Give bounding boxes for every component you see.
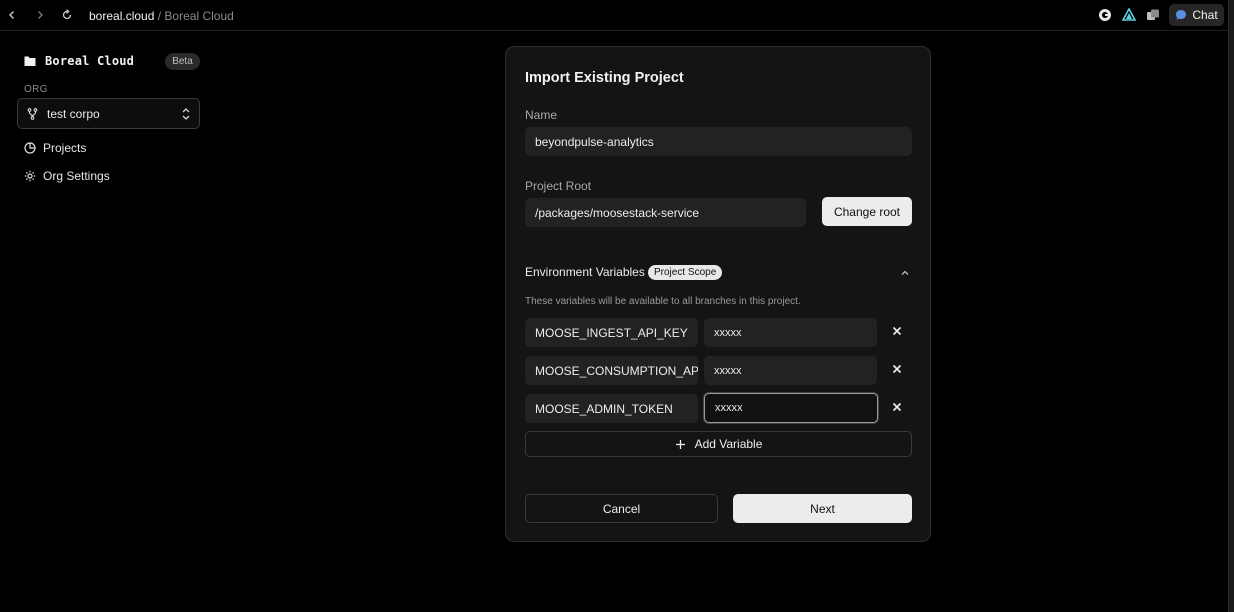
chevron-up-down-icon xyxy=(182,108,190,120)
close-icon xyxy=(892,326,902,336)
url-separator: / xyxy=(157,9,162,23)
env-key-input[interactable]: MOOSE_CONSUMPTION_API_ xyxy=(525,356,698,385)
cancel-button[interactable]: Cancel xyxy=(525,494,718,523)
chat-button[interactable]: Chat xyxy=(1169,4,1224,26)
project-scope-badge: Project Scope xyxy=(648,265,723,280)
org-selected-value: test corpo xyxy=(47,106,100,121)
brand-name: Boreal Cloud xyxy=(45,54,135,68)
chevron-up-icon[interactable] xyxy=(899,266,911,278)
url-page-title: Boreal Cloud xyxy=(164,9,234,23)
plus-icon xyxy=(675,439,685,449)
triangle-extension-icon[interactable] xyxy=(1122,8,1136,22)
reload-icon[interactable] xyxy=(60,8,74,22)
next-button[interactable]: Next xyxy=(733,494,912,523)
org-selector[interactable]: test corpo xyxy=(17,98,200,129)
url-bar[interactable]: boreal.cloud / Boreal Cloud xyxy=(89,9,234,23)
remove-variable-button[interactable] xyxy=(889,361,905,377)
name-label: Name xyxy=(525,108,558,122)
sidebar-item-label: Org Settings xyxy=(43,169,110,183)
add-variable-label: Add Variable xyxy=(694,437,763,451)
remove-variable-button[interactable] xyxy=(889,323,905,339)
sidebar-item-label: Projects xyxy=(43,141,87,155)
env-value-input[interactable]: xxxxx xyxy=(704,393,878,423)
env-key-input[interactable]: MOOSE_INGEST_API_KEY xyxy=(525,318,698,347)
change-root-button[interactable]: Change root xyxy=(822,197,912,226)
name-input[interactable]: beyondpulse-analytics xyxy=(525,127,912,156)
close-icon xyxy=(892,402,902,412)
close-icon xyxy=(892,364,902,374)
projects-icon xyxy=(24,142,36,154)
extension-icon[interactable] xyxy=(1098,8,1112,22)
project-root-label: Project Root xyxy=(525,179,592,193)
import-project-modal: Import Existing Project Name beyondpulse… xyxy=(505,46,931,542)
beta-badge: Beta xyxy=(165,53,200,70)
chat-label: Chat xyxy=(1192,8,1218,22)
org-label: ORG xyxy=(24,84,48,95)
project-root-input[interactable]: /packages/moosestack-service xyxy=(525,198,806,227)
env-vars-title: Environment Variables xyxy=(525,265,645,279)
folder-icon xyxy=(24,56,36,66)
forward-icon[interactable] xyxy=(33,8,47,22)
env-value-input[interactable]: xxxxx xyxy=(704,356,877,385)
gear-icon xyxy=(24,170,36,182)
modal-title: Import Existing Project xyxy=(525,70,684,86)
add-variable-button[interactable]: Add Variable xyxy=(525,431,912,457)
chat-bubble-icon xyxy=(1176,10,1187,20)
env-key-input[interactable]: MOOSE_ADMIN_TOKEN xyxy=(525,394,698,423)
env-vars-description: These variables will be available to all… xyxy=(525,296,801,307)
window-edge xyxy=(1228,0,1234,612)
browser-toolbar: boreal.cloud / Boreal Cloud Chat xyxy=(0,0,1228,31)
remove-variable-button[interactable] xyxy=(889,399,905,415)
url-host: boreal.cloud xyxy=(89,9,155,23)
back-icon[interactable] xyxy=(5,8,19,22)
sidebar-item-org-settings[interactable]: Org Settings xyxy=(24,169,110,183)
env-value-input[interactable]: xxxxx xyxy=(704,318,877,347)
brand[interactable]: Boreal Cloud xyxy=(24,54,134,68)
branch-icon xyxy=(27,107,38,120)
tabs-icon[interactable] xyxy=(1146,8,1160,22)
sidebar-item-projects[interactable]: Projects xyxy=(24,141,86,155)
